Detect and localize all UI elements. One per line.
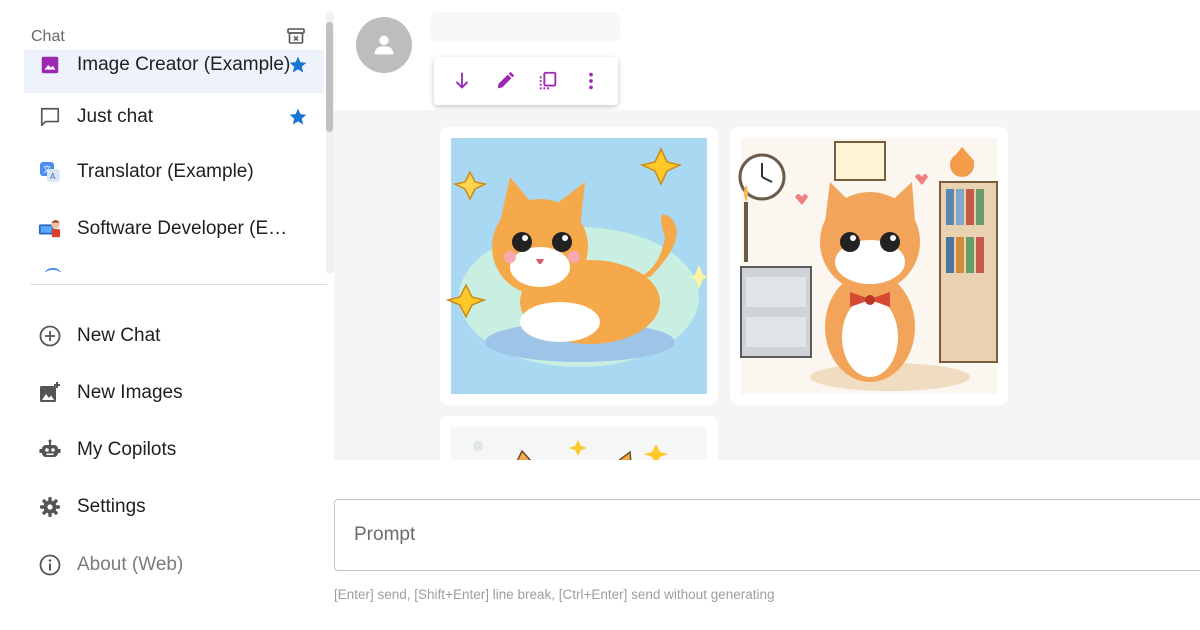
nav-settings[interactable]: Settings bbox=[38, 487, 146, 527]
move-down-icon[interactable] bbox=[447, 66, 477, 96]
conversation-area: [Enter] send, [Shift+Enter] line break, … bbox=[334, 0, 1200, 630]
partial-chat-icon bbox=[44, 268, 62, 272]
nav-new-images[interactable]: New Images bbox=[38, 373, 183, 413]
edit-icon[interactable] bbox=[490, 66, 520, 96]
image-icon bbox=[38, 53, 62, 77]
add-circle-icon bbox=[38, 324, 62, 348]
star-icon[interactable] bbox=[288, 55, 308, 75]
user-message-row bbox=[334, 0, 1200, 110]
nav-label: My Copilots bbox=[77, 439, 177, 460]
person-icon bbox=[374, 35, 394, 55]
generated-image-card[interactable] bbox=[440, 416, 718, 460]
nav-label: Settings bbox=[77, 496, 146, 517]
user-avatar bbox=[356, 17, 412, 73]
nav-label: New Images bbox=[77, 382, 183, 403]
nav-new-chat[interactable]: New Chat bbox=[38, 316, 160, 356]
chat-section-title: Chat bbox=[31, 28, 65, 45]
chat-item-label: Translator (Example) bbox=[77, 161, 254, 182]
chat-item-just-chat[interactable]: Just chat bbox=[24, 89, 324, 145]
info-icon bbox=[38, 553, 62, 577]
nav-label: About (Web) bbox=[77, 554, 184, 575]
add-image-icon bbox=[38, 381, 62, 405]
nav-about[interactable]: About (Web) bbox=[38, 545, 183, 585]
generated-image-partial[interactable] bbox=[440, 416, 718, 460]
chat-item-label: Just chat bbox=[77, 106, 154, 127]
translator-icon: 文A bbox=[38, 160, 62, 184]
generated-image-card[interactable] bbox=[440, 127, 718, 405]
generated-image-cat-room[interactable] bbox=[730, 127, 1008, 405]
developer-icon bbox=[38, 217, 62, 241]
generated-image-card[interactable] bbox=[730, 127, 1008, 405]
nav-label: New Chat bbox=[77, 325, 161, 346]
prompt-input[interactable] bbox=[354, 524, 1054, 546]
chat-item-image-creator[interactable]: Image Creator (Example) bbox=[24, 50, 324, 93]
archive-icon[interactable] bbox=[286, 26, 306, 46]
keyboard-hint: [Enter] send, [Shift+Enter] line break, … bbox=[334, 587, 775, 602]
nav-my-copilots[interactable]: My Copilots bbox=[38, 430, 176, 470]
sidebar-divider bbox=[30, 284, 327, 285]
svg-text:A: A bbox=[50, 172, 56, 181]
generated-image-cat-blue[interactable] bbox=[440, 127, 718, 405]
chat-item-label: Image Creator (Example) bbox=[77, 54, 291, 75]
chat-item-translator[interactable]: 文A Translator (Example) bbox=[24, 144, 324, 200]
sidebar: Chat Image Creator (Example) Just chat 文… bbox=[0, 0, 334, 630]
robot-icon bbox=[38, 438, 62, 462]
star-icon[interactable] bbox=[288, 107, 308, 127]
chat-item-label: Software Developer (Example) bbox=[77, 218, 292, 239]
user-message-bubble bbox=[430, 12, 620, 42]
prompt-field[interactable] bbox=[334, 499, 1200, 571]
chat-bubble-icon bbox=[38, 105, 62, 129]
app-root: Chat Image Creator (Example) Just chat 文… bbox=[0, 0, 1200, 630]
chat-list: Image Creator (Example) Just chat 文A Tra… bbox=[24, 50, 324, 272]
chat-list-scroll-thumb[interactable] bbox=[326, 22, 333, 132]
copy-icon[interactable] bbox=[533, 66, 563, 96]
message-toolbar bbox=[434, 57, 618, 105]
more-vertical-icon[interactable] bbox=[576, 66, 606, 96]
gear-icon bbox=[38, 495, 62, 519]
assistant-message-row bbox=[334, 110, 1200, 460]
chat-item-software-developer[interactable]: Software Developer (Example) bbox=[24, 201, 324, 257]
